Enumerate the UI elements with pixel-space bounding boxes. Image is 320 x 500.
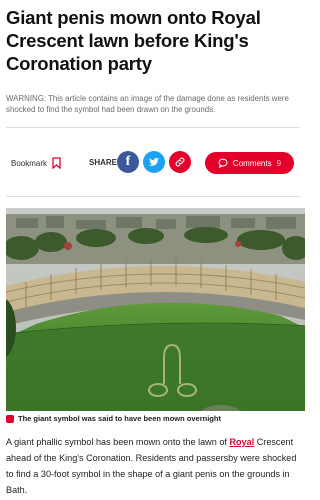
bookmark-label: Bookmark xyxy=(11,158,48,168)
body-text-start: A giant phallic symbol has been mown ont… xyxy=(6,437,230,447)
comments-count: 9 xyxy=(276,158,282,168)
divider-bottom xyxy=(6,196,300,197)
comments-button[interactable]: Comments 9 xyxy=(205,152,294,174)
bookmark-button[interactable]: Bookmark xyxy=(11,157,61,169)
comment-bubble-icon xyxy=(218,158,228,168)
copy-link-button[interactable] xyxy=(169,151,191,173)
twitter-icon xyxy=(149,157,159,166)
facebook-share-button[interactable]: f xyxy=(117,151,139,173)
link-icon xyxy=(175,157,185,167)
share-label: SHARE xyxy=(89,158,118,167)
camera-icon xyxy=(6,414,14,423)
photo-caption: The giant symbol was said to have been m… xyxy=(6,414,221,423)
twitter-share-button[interactable] xyxy=(143,151,165,173)
royal-link[interactable]: Royal xyxy=(229,437,254,447)
divider-top xyxy=(6,127,300,128)
article-body: A giant phallic symbol has been mown ont… xyxy=(6,434,302,498)
caption-text: The giant symbol was said to have been m… xyxy=(18,414,221,423)
article-photo xyxy=(6,208,305,411)
comments-label: Comments xyxy=(232,158,272,168)
content-warning: WARNING: This article contains an image … xyxy=(6,94,289,114)
facebook-icon: f xyxy=(125,154,131,169)
article-headline: Giant penis mown onto Royal Crescent law… xyxy=(6,7,261,74)
bookmark-icon xyxy=(52,157,61,169)
